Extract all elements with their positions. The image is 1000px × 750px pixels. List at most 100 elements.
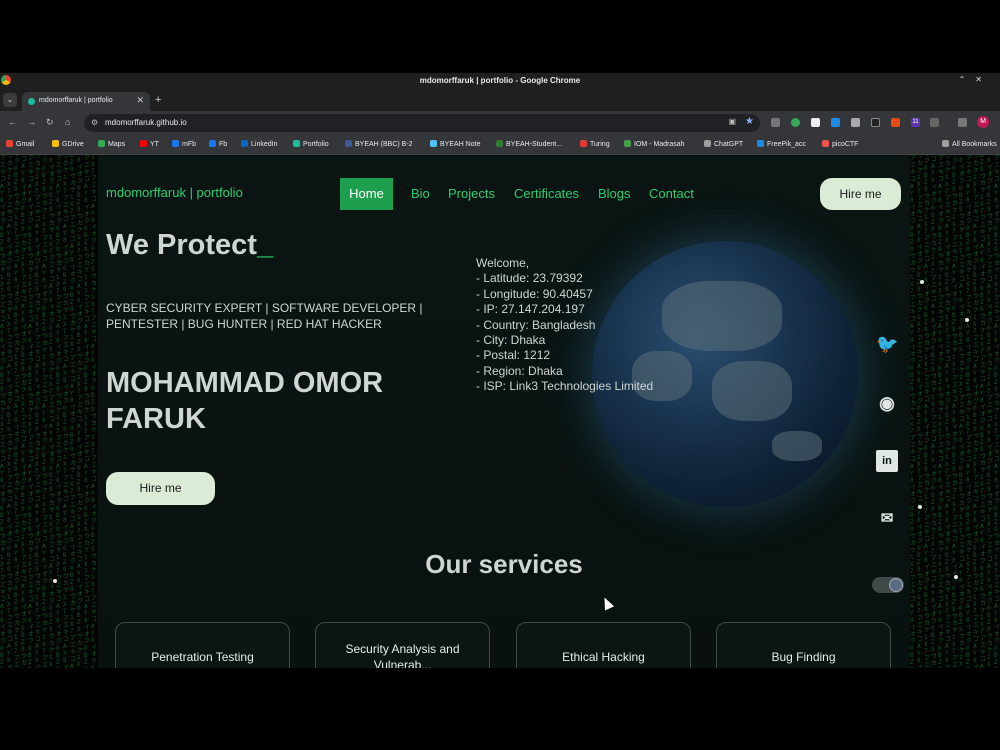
side-panel-icon[interactable] xyxy=(958,118,967,127)
close-tab-icon[interactable]: ✕ xyxy=(136,95,144,106)
nav-contact[interactable]: Contact xyxy=(649,186,694,201)
site-info-icon[interactable]: ⚙ xyxy=(91,118,98,127)
new-tab-icon[interactable]: + xyxy=(155,94,161,106)
matrix-column: オク0BZ9ウカケ1X7アエキコAY8イオク0BZ9ウカケ1X7アエキコAY8イ… xyxy=(84,155,91,668)
extension-icon[interactable] xyxy=(851,118,860,127)
extension-icon[interactable] xyxy=(891,118,900,127)
tab-search-icon[interactable]: ⌄ xyxy=(3,93,17,107)
window-controls[interactable]: ⌃✕ xyxy=(959,75,992,84)
typing-cursor: _ xyxy=(256,229,274,261)
extension-icon[interactable] xyxy=(791,118,800,127)
reload-icon[interactable]: ↻ xyxy=(46,117,54,128)
service-card[interactable]: Bug Finding xyxy=(716,622,891,668)
bookmark-item[interactable]: Portfolio xyxy=(293,140,329,148)
extension-icon[interactable] xyxy=(811,118,820,127)
bookmark-item[interactable]: Turing xyxy=(580,140,610,148)
service-card[interactable]: Security Analysis and Vulnerab... xyxy=(315,622,490,668)
bookmark-item[interactable]: Fb xyxy=(209,140,227,148)
bookmark-favicon-icon xyxy=(757,140,764,147)
email-icon[interactable]: ✉ xyxy=(876,508,898,530)
extensions-puzzle-icon[interactable] xyxy=(930,118,939,127)
matrix-column: 7アエキコAY8イオク0BZ9ウカケ1X7アエキコAY8イオク0BZ9ウカケ1X… xyxy=(987,155,994,668)
matrix-column: コAY8イオク0BZ9ウカケ1X7アエキコAY8イオク0BZ9ウカケ1X7アエキ… xyxy=(49,155,56,668)
extension-badge-icon[interactable]: 11 xyxy=(911,118,920,127)
bookmark-favicon-icon xyxy=(172,140,179,147)
back-icon[interactable]: ← xyxy=(8,117,17,127)
visitor-info: Welcome, - Latitude: 23.79392 - Longitud… xyxy=(476,256,654,394)
bookmark-item[interactable]: All Bookmarks xyxy=(942,140,997,148)
bookmark-item[interactable]: YT xyxy=(140,140,159,148)
url-text[interactable]: mdomorffaruk.github.io xyxy=(105,118,187,127)
bookmark-label: picoCTF xyxy=(832,141,859,148)
profile-avatar[interactable]: M xyxy=(977,116,989,128)
extension-icon[interactable] xyxy=(871,118,880,127)
matrix-column: ウカケ1X7アエキコAY8イオク0BZ9ウカケ1X7アエキコAY8イオク0BZ9… xyxy=(952,155,959,668)
bookmark-label: Fb xyxy=(219,141,228,148)
github-icon[interactable]: ◉ xyxy=(876,392,898,414)
bookmark-item[interactable]: BYEAH (BBC) B-2 xyxy=(345,140,413,148)
matrix-column: ケ1X7アエキコAY8イオク0BZ9ウカケ1X7アエキコAY8イオク0BZ9ウカ… xyxy=(28,155,35,668)
hero-headline: We Protect_ xyxy=(106,229,273,262)
network-dot xyxy=(965,318,969,322)
matrix-background-left: アエキコAY8イオク0BZ9ウカケ1X7アエキコAY8イオク0BZ9ウカケ1X7… xyxy=(0,155,98,668)
bookmark-item[interactable]: BYEAH-Student... xyxy=(496,140,562,148)
bookmark-favicon-icon xyxy=(52,140,59,147)
network-dot xyxy=(954,575,958,579)
bookmark-item[interactable]: Gmail xyxy=(6,140,34,148)
home-icon[interactable]: ⌂ xyxy=(65,117,70,127)
bookmark-item[interactable]: BYEAH Note xyxy=(430,140,480,148)
matrix-column: 1X7アエキコAY8イオク0BZ9ウカケ1X7アエキコAY8イオク0BZ9ウカケ… xyxy=(91,155,98,668)
bookmark-item[interactable]: LinkedIn xyxy=(241,140,277,148)
bookmark-item[interactable]: ChatGPT xyxy=(704,140,743,148)
service-title: Security Analysis and Vulnerab... xyxy=(345,642,460,668)
tab-strip: ⌄ mdomorffaruk | portfolio ✕ + xyxy=(0,89,1000,111)
nav-home[interactable]: Home xyxy=(340,178,393,210)
nav-certificates[interactable]: Certificates xyxy=(514,186,579,201)
bookmark-item[interactable]: mFb xyxy=(172,140,196,148)
matrix-column: Y8イオク0BZ9ウカケ1X7アエキコAY8イオク0BZ9ウカケ1X7アエキコA… xyxy=(35,155,42,668)
matrix-column: イオク0BZ9ウカケ1X7アエキコAY8イオク0BZ9ウカケ1X7アエキコAY8… xyxy=(21,155,28,668)
site-logo[interactable]: mdomorffaruk | portfolio xyxy=(106,185,243,200)
bookmark-favicon-icon xyxy=(140,140,147,147)
nav-blogs[interactable]: Blogs xyxy=(598,186,631,201)
bookmark-star-icon[interactable]: ★ xyxy=(745,116,754,127)
nav-bio[interactable]: Bio xyxy=(411,186,430,201)
bookmark-item[interactable]: picoCTF xyxy=(822,140,858,148)
install-icon[interactable]: ▣ xyxy=(728,117,736,126)
service-title: Ethical Hacking xyxy=(562,650,645,664)
bookmark-label: FreePik_acc xyxy=(767,141,806,148)
matrix-column: エキコAY8イオク0BZ9ウカケ1X7アエキコAY8イオク0BZ9ウカケ1X7ア… xyxy=(973,155,980,668)
tab-portfolio[interactable]: mdomorffaruk | portfolio ✕ xyxy=(22,92,150,111)
extension-icon[interactable] xyxy=(831,118,840,127)
web-page: アエキコAY8イオク0BZ9ウカケ1X7アエキコAY8イオク0BZ9ウカケ1X7… xyxy=(0,155,1000,668)
service-card[interactable]: Ethical Hacking xyxy=(516,622,691,668)
forward-icon[interactable]: → xyxy=(27,117,36,127)
bookmark-label: All Bookmarks xyxy=(952,141,997,148)
matrix-column: オク0BZ9ウカケ1X7アエキコAY8イオク0BZ9ウカケ1X7アエキコAY8イ… xyxy=(994,155,1000,668)
bookmark-label: Portfolio xyxy=(303,141,329,148)
bookmark-favicon-icon xyxy=(704,140,711,147)
hire-me-button[interactable]: Hire me xyxy=(106,472,215,505)
twitter-icon[interactable]: 🐦 xyxy=(876,333,898,355)
service-title: Bug Finding xyxy=(771,650,836,664)
matrix-column: エキコAY8イオク0BZ9ウカケ1X7アエキコAY8イオク0BZ9ウカケ1X7ア… xyxy=(63,155,70,668)
bookmark-item[interactable]: GDrive xyxy=(52,140,84,148)
bookmark-favicon-icon xyxy=(209,140,216,147)
bookmark-favicon-icon xyxy=(942,140,949,147)
bookmark-item[interactable]: FreePik_acc xyxy=(757,140,806,148)
hire-me-nav-button[interactable]: Hire me xyxy=(820,178,901,210)
address-bar[interactable]: ⚙ mdomorffaruk.github.io ▣ ★ xyxy=(84,114,760,132)
extension-icon[interactable] xyxy=(771,118,780,127)
theme-toggle[interactable] xyxy=(872,577,904,593)
service-card[interactable]: Penetration Testing xyxy=(115,622,290,668)
matrix-column: 0BZ9ウカケ1X7アエキコAY8イオク0BZ9ウカケ1X7アエキコAY8イオク… xyxy=(70,155,77,668)
nav-projects[interactable]: Projects xyxy=(448,186,495,201)
bookmark-item[interactable]: Maps xyxy=(98,140,125,148)
network-dot xyxy=(918,505,922,509)
bookmark-label: LinkedIn xyxy=(251,141,278,148)
matrix-background-right: アエキコAY8イオク0BZ9ウカケ1X7アエキコAY8イオク0BZ9ウカケ1X7… xyxy=(910,155,1000,668)
bookmark-favicon-icon xyxy=(6,140,13,147)
headline-text: We Protect xyxy=(106,229,257,261)
linkedin-icon[interactable]: in xyxy=(876,450,898,472)
bookmark-item[interactable]: IOM - Madrasah xyxy=(624,140,685,148)
